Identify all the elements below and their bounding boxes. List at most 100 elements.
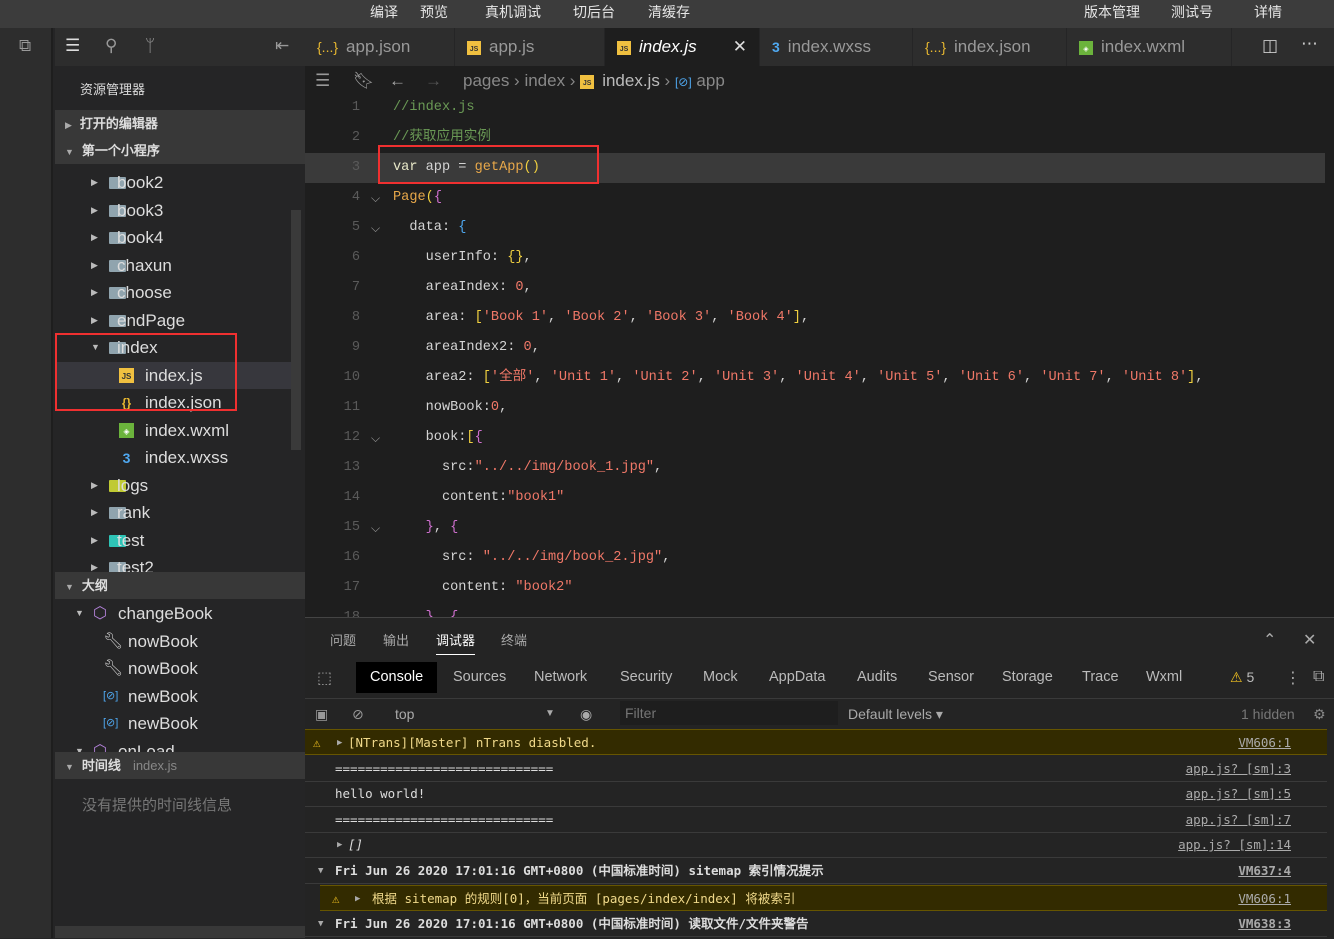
- tree-item-index-wxss[interactable]: 3 index.wxss: [55, 444, 291, 471]
- devtab-security[interactable]: Security: [606, 662, 686, 693]
- devtab-console[interactable]: Console: [356, 662, 438, 693]
- expand-right-icon[interactable]: ▶: [355, 886, 360, 912]
- project-section[interactable]: ▼ 第一个小程序: [55, 137, 305, 164]
- context-select[interactable]: top: [395, 699, 414, 729]
- settings-gear-icon[interactable]: ⚙: [1313, 699, 1326, 729]
- outline-item-onLoad[interactable]: ▼ ⬡ onLoad: [55, 738, 291, 753]
- version-control-button[interactable]: 版本管理: [1084, 2, 1140, 22]
- remote-debug-button[interactable]: 真机调试: [485, 2, 541, 22]
- expand-right-icon[interactable]: ▶: [337, 832, 342, 858]
- console-source-link[interactable]: VM606:1: [1238, 730, 1291, 756]
- crumb-symbol[interactable]: app: [696, 71, 724, 90]
- clear-cache-button[interactable]: 清缓存: [648, 2, 690, 22]
- tab-problems[interactable]: 问题: [330, 630, 356, 649]
- crumb-file[interactable]: index.js: [602, 71, 660, 90]
- devtab-network[interactable]: Network: [520, 662, 601, 693]
- open-editors-section[interactable]: ▶ 打开的编辑器: [55, 110, 305, 137]
- more-options-icon[interactable]: ⋮: [1285, 668, 1301, 688]
- tree-item-choose[interactable]: ▶ choose: [55, 279, 291, 306]
- maximize-panel-icon[interactable]: ⌃: [1263, 630, 1276, 650]
- undock-icon[interactable]: ⧉: [1313, 668, 1324, 686]
- tab-app-json[interactable]: {...} app.json: [305, 28, 455, 66]
- tab-index-wxss[interactable]: 3 index.wxss: [760, 28, 913, 66]
- console-source-link[interactable]: app.js? [sm]:3: [1186, 756, 1291, 782]
- tab-terminal[interactable]: 终端: [501, 630, 527, 649]
- console-source-link[interactable]: VM637:4: [1238, 858, 1291, 884]
- console-source-link[interactable]: app.js? [sm]:14: [1178, 832, 1291, 858]
- expand-down-icon[interactable]: ▼: [318, 911, 323, 937]
- console-source-link[interactable]: VM638:3: [1238, 911, 1291, 937]
- warning-counter[interactable]: ⚠ 5: [1230, 669, 1254, 686]
- context-dropdown-icon[interactable]: ▼: [545, 699, 555, 729]
- collapse-sidebar-icon[interactable]: ⇤: [275, 36, 289, 56]
- search-icon[interactable]: ⚲: [105, 36, 117, 56]
- tree-item-test[interactable]: ▶ test: [55, 527, 291, 554]
- fold-chevron-icon[interactable]: ⌵: [371, 603, 380, 617]
- crumb-pages[interactable]: pages: [463, 71, 509, 90]
- tree-item-book4[interactable]: ▶ book4: [55, 224, 291, 251]
- details-button[interactable]: 详情: [1254, 2, 1282, 22]
- expand-down-icon[interactable]: ▼: [318, 858, 323, 884]
- outline-item-nowBook[interactable]: 🔧︎ nowBook: [55, 655, 291, 682]
- tree-item-endPage[interactable]: ▶ endPage: [55, 307, 291, 334]
- outline-item-newBook[interactable]: [⊘] newBook: [55, 710, 291, 737]
- devtab-mock[interactable]: Mock: [689, 662, 752, 693]
- fold-chevron-icon[interactable]: ⌵: [371, 423, 380, 453]
- tree-item-test2[interactable]: ▶ test2: [55, 554, 291, 572]
- close-tab-icon[interactable]: ✕: [733, 28, 747, 66]
- forward-arrow-icon[interactable]: →: [425, 66, 442, 95]
- tree-item-chaxun[interactable]: ▶ chaxun: [55, 252, 291, 279]
- outline-section[interactable]: ▼ 大纲: [55, 572, 305, 599]
- expand-right-icon[interactable]: ▶: [337, 730, 342, 756]
- test-account-button[interactable]: 测试号: [1171, 2, 1213, 22]
- devtab-audits[interactable]: Audits: [843, 662, 911, 693]
- back-arrow-icon[interactable]: ←: [389, 66, 406, 95]
- timeline-section[interactable]: ▼ 时间线 index.js: [55, 752, 305, 779]
- more-actions-icon[interactable]: ⋯: [1301, 34, 1318, 54]
- windows-icon[interactable]: ⧉: [19, 36, 31, 56]
- compile-button[interactable]: 编译: [370, 2, 398, 22]
- split-editor-icon[interactable]: ◫: [1262, 36, 1278, 56]
- log-levels-select[interactable]: Default levels ▾: [848, 699, 943, 729]
- fold-chevron-icon[interactable]: ⌵: [371, 213, 380, 243]
- devtab-sources[interactable]: Sources: [439, 662, 520, 693]
- tree-item-index-wxml[interactable]: ◈ index.wxml: [55, 417, 291, 444]
- fold-chevron-icon[interactable]: ⌵: [371, 513, 380, 543]
- filter-input[interactable]: [620, 701, 838, 725]
- outline-item-changeBook[interactable]: ▼ ⬡ changeBook: [55, 600, 291, 627]
- close-panel-icon[interactable]: ✕: [1303, 630, 1316, 650]
- devtab-sensor[interactable]: Sensor: [914, 662, 988, 693]
- tree-scrollbar[interactable]: [291, 210, 301, 450]
- devtab-trace[interactable]: Trace: [1068, 662, 1133, 693]
- sidebar-toggle-icon[interactable]: ▣: [315, 699, 328, 729]
- outline-item-nowBook[interactable]: 🔧︎ nowBook: [55, 628, 291, 655]
- devtab-wxml[interactable]: Wxml: [1132, 662, 1196, 693]
- tree-item-book2[interactable]: ▶ book2: [55, 169, 291, 196]
- tab-index-js[interactable]: JS index.js ✕: [605, 28, 760, 66]
- inspect-element-icon[interactable]: ⬚: [317, 668, 332, 688]
- clear-console-icon[interactable]: ⊘: [352, 699, 364, 729]
- tab-output[interactable]: 输出: [383, 630, 409, 649]
- collapsed-section[interactable]: [55, 926, 305, 938]
- tree-item-book3[interactable]: ▶ book3: [55, 197, 291, 224]
- outline-list-icon[interactable]: ☰: [315, 66, 330, 95]
- devtab-storage[interactable]: Storage: [988, 662, 1067, 693]
- explorer-icon[interactable]: ☰: [65, 36, 80, 56]
- bookmark-icon[interactable]: 🔖︎: [353, 66, 375, 95]
- devtab-appdata[interactable]: AppData: [755, 662, 839, 693]
- tab-debugger[interactable]: 调试器: [436, 630, 476, 655]
- eye-icon[interactable]: ◉: [580, 699, 592, 729]
- outline-item-newBook[interactable]: [⊘] newBook: [55, 683, 291, 710]
- tree-item-logs[interactable]: ▶ logs: [55, 472, 291, 499]
- background-button[interactable]: 切后台: [573, 2, 615, 22]
- fold-chevron-icon[interactable]: ⌵: [371, 183, 380, 213]
- tab-index-json[interactable]: {...} index.json: [913, 28, 1067, 66]
- console-source-link[interactable]: VM606:1: [1238, 886, 1291, 912]
- console-source-link[interactable]: app.js? [sm]:7: [1186, 807, 1291, 833]
- git-branch-icon[interactable]: ᛘ: [145, 36, 155, 56]
- preview-button[interactable]: 预览: [420, 2, 448, 22]
- tab-index-wxml[interactable]: ◈ index.wxml: [1067, 28, 1232, 66]
- tree-item-rank[interactable]: ▶ rank: [55, 499, 291, 526]
- console-source-link[interactable]: app.js? [sm]:5: [1186, 781, 1291, 807]
- crumb-index[interactable]: index: [524, 71, 565, 90]
